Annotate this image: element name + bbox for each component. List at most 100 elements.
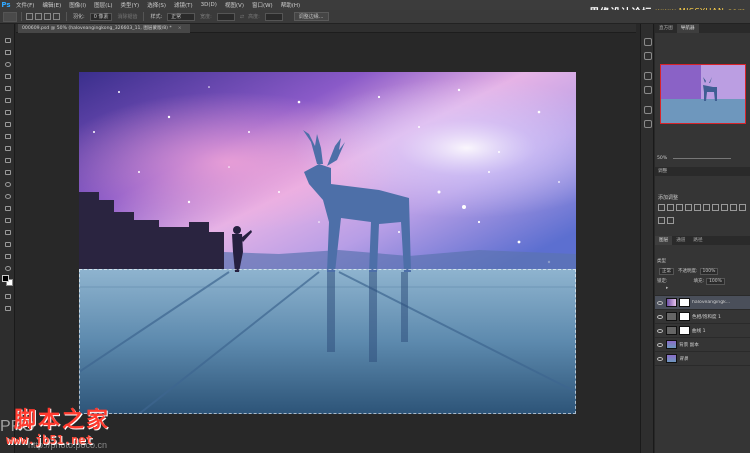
path-select-tool-icon[interactable] [3,228,12,236]
menu-type[interactable]: 类型(Y) [117,1,144,9]
layer-name: 曲线 1 [692,328,706,334]
layer-row[interactable]: 色相/饱和度 1 [655,310,750,324]
refine-edge-button[interactable]: 调整边缘... [293,12,329,21]
eraser-tool-icon[interactable] [3,156,12,164]
pen-tool-icon[interactable] [3,204,12,212]
eyedropper-tool-icon[interactable] [3,96,12,104]
color-balance-icon[interactable] [712,204,719,211]
menu-filter[interactable]: 滤镜(T) [170,1,197,9]
paragraph-panel-icon[interactable] [644,120,652,128]
canvas-area[interactable] [16,34,636,453]
hand-tool-icon[interactable] [3,252,12,260]
properties-panel-icon[interactable] [644,86,652,94]
move-tool-icon[interactable] [3,36,12,44]
layer-row[interactable]: haloveangingk... [655,296,750,310]
adjustments-tab[interactable]: 调整 [655,167,750,176]
layer-mask-thumbnail[interactable] [679,298,690,307]
zoom-value[interactable]: 50% [657,156,667,161]
menu-3d[interactable]: 3D(D) [197,2,221,8]
character-panel-icon[interactable] [644,106,652,114]
intersect-selection-icon[interactable] [53,13,60,20]
layer-thumbnail [666,354,677,363]
curves-icon[interactable] [676,204,683,211]
screen-mode-icon[interactable] [3,304,12,312]
gradient-map-icon[interactable] [667,217,674,224]
subtract-selection-icon[interactable] [44,13,51,20]
layer-name: 色相/饱和度 1 [692,314,721,320]
clone-stamp-tool-icon[interactable] [3,132,12,140]
document-canvas[interactable] [79,72,576,414]
opacity-input[interactable]: 100% [699,267,719,275]
new-selection-icon[interactable] [26,13,33,20]
layer-row[interactable]: 曲线 1 [655,324,750,338]
quick-select-tool-icon[interactable] [3,72,12,80]
history-brush-tool-icon[interactable] [3,144,12,152]
healing-brush-tool-icon[interactable] [3,108,12,116]
close-icon[interactable]: × [178,26,182,31]
width-input[interactable] [216,12,235,21]
eye-icon[interactable] [657,328,663,333]
foreground-color-swatch[interactable] [2,275,9,282]
history-panel-icon[interactable] [644,38,652,46]
layer-row[interactable]: 背景 副本 [655,338,750,352]
brush-tool-icon[interactable] [3,120,12,128]
zoom-tool-icon[interactable] [3,264,12,272]
document-tab[interactable]: 000609.psd @ 50% (haloveangingkong_32660… [18,24,190,33]
actions-panel-icon[interactable] [644,52,652,60]
eye-icon[interactable] [657,356,663,361]
style-select[interactable]: 正常 [167,12,196,21]
menu-window[interactable]: 窗口(W) [248,1,277,9]
channel-mixer-icon[interactable] [739,204,746,211]
tab-navigator[interactable]: 导航器 [676,24,699,33]
adjustments-label: 添加调整 [658,195,679,201]
watermark-pro-url: http://photo.poco.cn [28,440,108,450]
exposure-icon[interactable] [685,204,692,211]
lasso-tool-icon[interactable] [3,60,12,68]
type-tool-icon[interactable] [3,216,12,224]
black-white-icon[interactable] [721,204,728,211]
menu-image[interactable]: 图像(I) [65,1,90,9]
vibrance-icon[interactable] [694,204,701,211]
levels-icon[interactable] [667,204,674,211]
menu-select[interactable]: 选择(S) [143,1,170,9]
layer-mask-thumbnail[interactable] [679,326,690,335]
eye-icon[interactable] [657,300,663,305]
swap-icon[interactable]: ⇄ [240,14,244,20]
menu-help[interactable]: 帮助(H) [277,1,304,9]
eye-icon[interactable] [657,314,663,319]
crop-tool-icon[interactable] [3,84,12,92]
photo-filter-icon[interactable] [730,204,737,211]
tab-channels[interactable]: 通道 [672,236,689,245]
layer-row[interactable]: ▸ [655,282,750,296]
tab-histogram[interactable]: 直方图 [655,24,677,33]
zoom-slider[interactable] [673,158,731,159]
document-tab-bar: 000609.psd @ 50% (haloveangingkong_32660… [16,24,636,33]
menu-layer[interactable]: 图层(L) [90,1,116,9]
blur-tool-icon[interactable] [3,180,12,188]
height-input[interactable] [264,12,283,21]
quick-mask-icon[interactable] [3,292,12,300]
tool-preset-picker[interactable] [3,11,17,22]
add-selection-icon[interactable] [35,13,42,20]
menu-view[interactable]: 视图(V) [221,1,248,9]
antialias-checkbox[interactable]: 消除锯齿 [117,13,137,20]
brightness-icon[interactable] [658,204,665,211]
invert-icon[interactable] [658,217,665,224]
menu-file[interactable]: 文件(F) [12,1,38,9]
layer-mask-thumbnail[interactable] [679,312,690,321]
menu-edit[interactable]: 编辑(E) [38,1,65,9]
hue-saturation-icon[interactable] [703,204,710,211]
tab-paths[interactable]: 路径 [689,236,706,245]
visibility-icon[interactable] [657,287,663,291]
dodge-tool-icon[interactable] [3,192,12,200]
layer-row[interactable]: 背景 [655,352,750,366]
marquee-tool-icon[interactable] [3,48,12,56]
eye-icon[interactable] [657,342,663,347]
tab-layers[interactable]: 图层 [655,236,673,245]
info-panel-icon[interactable] [644,72,652,80]
blend-mode-select[interactable]: 正常 [659,267,674,275]
navigator-thumbnail[interactable] [660,64,746,124]
gradient-tool-icon[interactable] [3,168,12,176]
feather-input[interactable]: 0 像素 [89,12,113,21]
shape-tool-icon[interactable] [3,240,12,248]
